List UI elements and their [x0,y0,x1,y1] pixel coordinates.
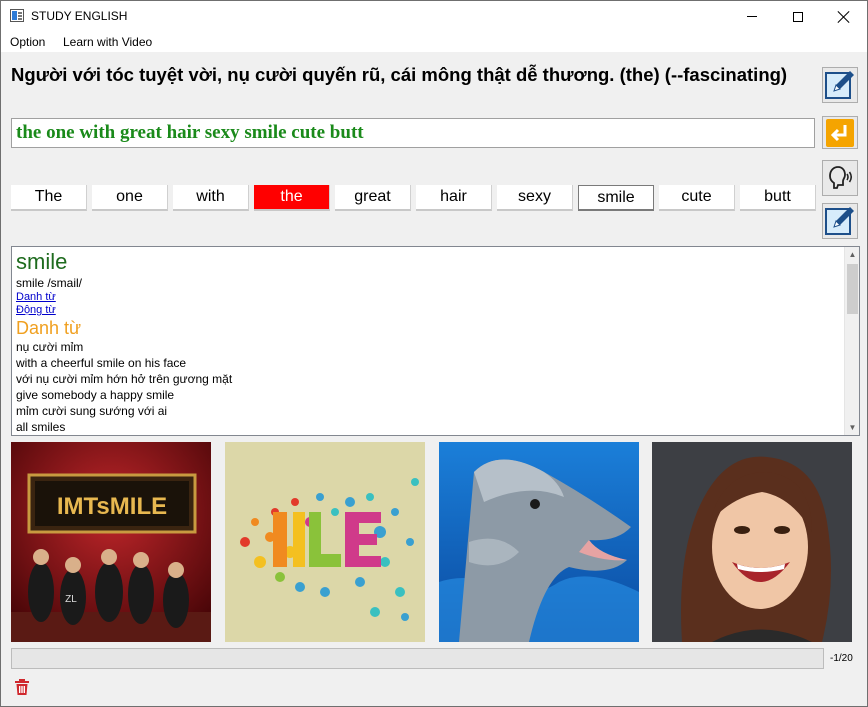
menu-option[interactable]: Option [10,35,45,49]
image-smiling-woman[interactable] [652,442,852,642]
dictionary-line: nụ cười mỉm [16,340,84,354]
dictionary-headword: smile [16,249,68,274]
progress-label: -1/20 [830,653,853,664]
minimize-button[interactable] [729,1,775,32]
enter-icon [826,118,854,147]
dictionary-line: all smiles [16,420,66,434]
dictionary-scrollbar[interactable]: ▲ ▼ [844,247,859,435]
word-button[interactable]: one [92,185,168,211]
speak-button[interactable] [822,160,858,196]
scrollbar-thumb[interactable] [847,264,858,314]
dictionary-content: smile smile /smail/ Danh từ Động từ Danh… [16,249,836,435]
trash-icon [15,679,29,695]
image-band[interactable]: IMTsMILE ZL [11,442,211,642]
band-logo-text: IMTsMILE [57,493,167,520]
close-icon [838,11,850,23]
dictionary-line: mỉm cười sung sướng với ai [16,404,168,418]
menu-learn-with-video[interactable]: Learn with Video [63,35,152,49]
word-button[interactable]: hair [416,185,492,211]
app-window: STUDY ENGLISH Option Learn with Video Ng… [0,0,868,707]
edit-icon [825,207,854,235]
svg-text:ZL: ZL [65,594,77,605]
app-icon [10,9,24,22]
maximize-icon [793,11,803,22]
dictionary-panel[interactable]: smile smile /smail/ Danh từ Động từ Danh… [11,246,860,436]
menu-bar: Option Learn with Video [1,32,867,52]
speak-icon [829,166,853,189]
image-dolphin[interactable] [439,442,639,642]
word-buttons: The one with the great hair sexy smile c… [11,185,821,212]
dictionary-line: với nụ cười mỉm hớn hở trên gương mặt [16,372,233,386]
close-button[interactable] [821,1,867,32]
minimize-icon [747,16,757,17]
word-button[interactable]: cute [659,185,735,211]
word-button[interactable]: The [11,185,87,211]
word-button[interactable]: sexy [497,185,573,211]
window-title: STUDY ENGLISH [31,9,128,23]
edit-answer-button[interactable] [822,203,858,239]
edit-icon [825,71,854,99]
submit-button[interactable] [822,116,858,149]
dictionary-line: with a cheerful smile on his face [16,356,187,370]
dictionary-link-verb[interactable]: Động từ [16,304,836,317]
scroll-down-icon[interactable]: ▼ [845,420,859,435]
edit-question-button[interactable] [822,67,858,103]
word-button[interactable]: with [173,185,249,211]
word-button[interactable]: great [335,185,411,211]
maximize-button[interactable] [775,1,821,32]
question-text: Người với tóc tuyệt vời, nụ cười quyến r… [11,64,788,85]
word-button-highlighted[interactable]: the [254,185,330,211]
delete-button[interactable] [12,677,32,697]
progress-bar [11,648,824,669]
image-smile-art[interactable] [225,442,425,642]
word-button[interactable]: butt [740,185,816,211]
answer-input[interactable]: the one with great hair sexy smile cute … [11,118,815,148]
title-bar: STUDY ENGLISH [1,1,867,32]
scroll-up-icon[interactable]: ▲ [845,247,859,262]
dictionary-section-heading: Danh từ [16,318,82,338]
dictionary-pronunciation: smile /smail/ [16,276,83,290]
dictionary-line: give somebody a happy smile [16,388,175,402]
dictionary-link-noun[interactable]: Danh từ [16,291,836,304]
word-button-selected[interactable]: smile [578,185,654,211]
